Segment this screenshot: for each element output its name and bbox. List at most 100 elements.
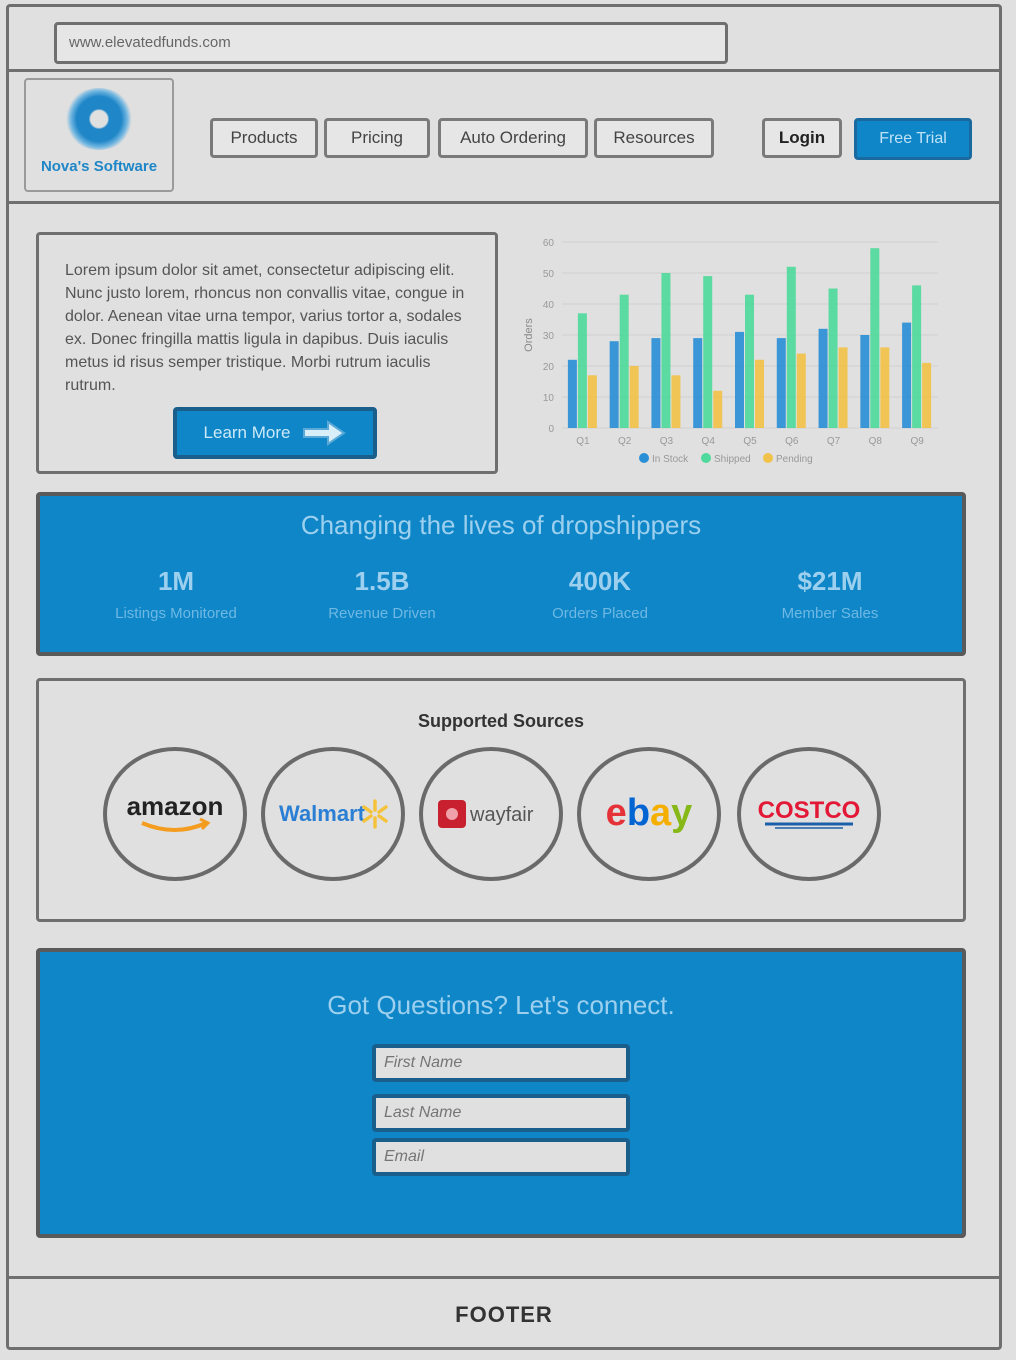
bar: [567, 359, 577, 428]
sources-title: Supported Sources: [417, 711, 585, 731]
x-tick-label: Q1: [576, 436, 590, 447]
learn-more-label: Learn More: [203, 423, 291, 442]
bar: [651, 338, 661, 428]
free-trial-button[interactable]: Free Trial: [854, 118, 972, 160]
x-tick-label: Q3: [660, 436, 674, 447]
stat-value: 1M: [157, 566, 195, 596]
bar: [671, 375, 681, 428]
y-tick-label: 10: [543, 393, 555, 404]
bar: [661, 273, 671, 428]
ebay-wordmark: ebay: [606, 792, 693, 834]
costco-wordmark: COSTCO: [758, 797, 861, 824]
intro-card: Lorem ipsum dolor sit amet, consectetur …: [36, 232, 498, 474]
legend-swatch: [701, 453, 711, 463]
stat-member-sales: $21M Member Sales: [720, 566, 940, 622]
stat-value: 400K: [568, 566, 632, 596]
source-walmart[interactable]: Walmart: [261, 747, 405, 881]
bar: [619, 294, 629, 428]
nav-products[interactable]: Products: [210, 118, 318, 158]
chart-svg: 0 10 20 30 40 50 60 Orders Q1 Q2 Q3 Q4 Q5 Q6 Q7 Q8 Q9 In …: [523, 238, 938, 465]
bar: [693, 338, 703, 428]
nav-pricing[interactable]: Pricing: [324, 118, 430, 158]
wayfair-wordmark: wayfair: [469, 804, 534, 826]
legend-label: In Stock: [652, 454, 689, 465]
address-bar[interactable]: www.elevatedfunds.com: [54, 22, 728, 64]
bar: [703, 276, 713, 428]
legend-swatch: [639, 453, 649, 463]
stat-orders: 400K Orders Placed: [490, 566, 710, 622]
x-tick-label: Q2: [618, 436, 632, 447]
bar: [818, 328, 828, 428]
walmart-wordmark: Walmart: [279, 801, 366, 826]
y-tick-label: 50: [543, 269, 555, 280]
x-tick-label: Q8: [869, 436, 883, 447]
x-tick-label: Q7: [827, 436, 841, 447]
login-button[interactable]: Login: [762, 118, 842, 158]
x-tick-label: Q5: [743, 436, 757, 447]
bar: [838, 347, 848, 428]
stat-value: 1.5B: [354, 566, 410, 596]
amazon-wordmark: amazon: [127, 791, 224, 821]
orders-chart: 0 10 20 30 40 50 60 Orders Q1 Q2 Q3 Q4 Q5 Q6 Q7 Q8 Q9 In …: [516, 228, 948, 478]
nav-resources[interactable]: Resources: [594, 118, 714, 158]
legend-label: Pending: [776, 454, 813, 465]
stats-banner: Changing the lives of dropshippers 1M Li…: [36, 492, 966, 656]
y-tick-label: 30: [543, 331, 555, 342]
stat-label: Orders Placed: [552, 605, 648, 622]
bar: [776, 338, 786, 428]
bar: [796, 353, 806, 428]
stat-revenue: 1.5B Revenue Driven: [272, 566, 492, 622]
stat-listings: 1M Listings Monitored: [66, 566, 286, 622]
footer-text: FOOTER: [455, 1301, 553, 1327]
source-ebay[interactable]: ebay: [577, 747, 721, 881]
contact-section: Got Questions? Let's connect.: [36, 948, 966, 1238]
site-footer: FOOTER: [6, 1276, 1002, 1350]
bar: [880, 347, 890, 428]
amazon-logo: amazon: [127, 791, 224, 832]
bar: [735, 331, 744, 428]
bar: [870, 248, 880, 428]
legend-label: Shipped: [714, 454, 751, 465]
contact-title: Got Questions? Let's connect.: [327, 990, 675, 1020]
bar: [745, 294, 754, 428]
stat-label: Member Sales: [781, 605, 879, 622]
x-tick-label: Q4: [702, 436, 716, 447]
y-tick-label: 20: [543, 362, 555, 373]
bar: [629, 366, 639, 428]
bar: [587, 375, 597, 428]
y-axis-label: Orders: [523, 318, 535, 352]
bar: [860, 335, 870, 428]
site-header: Nova's Software Products Pricing Auto Or…: [6, 72, 1002, 204]
email-field[interactable]: [372, 1138, 630, 1176]
intro-text: Lorem ipsum dolor sit amet, consectetur …: [65, 262, 465, 394]
source-amazon[interactable]: amazon: [103, 747, 247, 881]
bar: [902, 322, 912, 428]
costco-logo: COSTCO: [758, 797, 861, 829]
first-name-field[interactable]: [372, 1044, 630, 1082]
bar: [609, 341, 619, 428]
ebay-logo: ebay: [606, 792, 693, 834]
browser-toolbar: www.elevatedfunds.com: [6, 4, 1002, 72]
banner-title: Changing the lives of dropshippers: [300, 510, 702, 540]
x-tick-label: Q9: [910, 436, 924, 447]
y-tick-label: 60: [543, 238, 555, 249]
x-tick-label: Q6: [785, 436, 799, 447]
bar: [922, 362, 932, 428]
supported-sources: Supported Sources amazon Walmart wayfair…: [36, 678, 966, 922]
walmart-logo: Walmart: [279, 799, 388, 829]
learn-more-button[interactable]: Learn More: [173, 407, 377, 459]
stat-value: $21M: [797, 566, 863, 596]
source-costco[interactable]: COSTCO: [737, 747, 881, 881]
y-tick-label: 0: [548, 424, 554, 435]
arrow-right-icon: [303, 420, 347, 446]
bar: [786, 266, 796, 428]
legend-swatch: [763, 453, 773, 463]
nav-auto-ordering[interactable]: Auto Ordering: [438, 118, 588, 158]
stat-label: Listings Monitored: [115, 605, 237, 622]
y-tick-label: 40: [543, 300, 555, 311]
bar: [828, 288, 838, 428]
source-wayfair[interactable]: wayfair: [419, 747, 563, 881]
brand-logo[interactable]: Nova's Software: [24, 78, 174, 192]
bar: [713, 390, 723, 428]
last-name-field[interactable]: [372, 1094, 630, 1132]
